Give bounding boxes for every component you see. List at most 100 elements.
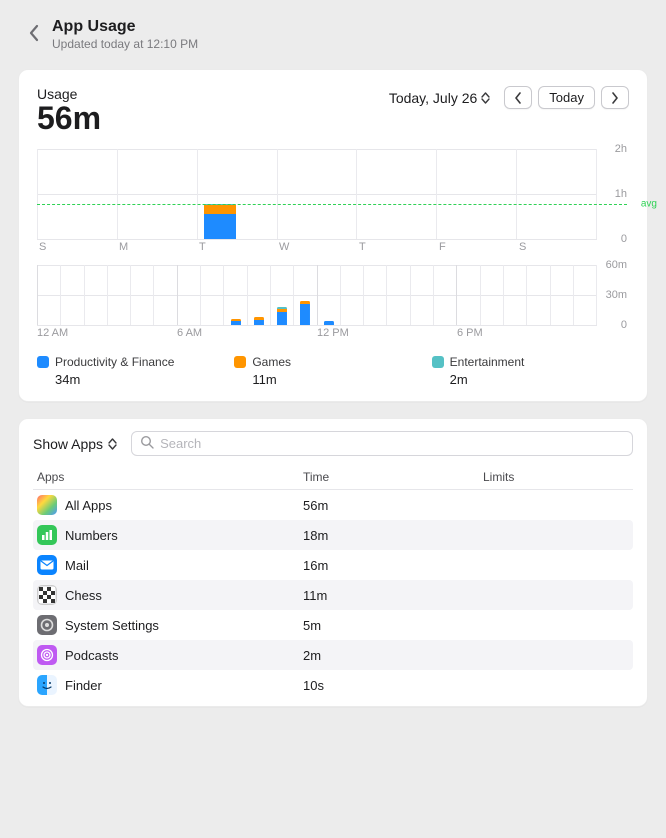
ytick-label: 1h: [615, 188, 627, 200]
legend-value: 2m: [432, 372, 629, 387]
legend-item: Productivity & Finance 34m: [37, 355, 234, 387]
app-name: All Apps: [65, 498, 112, 513]
ytick-label: 30m: [606, 289, 627, 301]
hour-column: [386, 265, 409, 325]
hour-column: [200, 265, 223, 325]
app-name: Chess: [65, 588, 102, 603]
table-row[interactable]: Numbers 18m: [33, 520, 633, 550]
col-header-apps[interactable]: Apps: [33, 470, 303, 484]
app-time: 10s: [303, 678, 483, 693]
app-time: 18m: [303, 528, 483, 543]
legend-swatch: [37, 356, 49, 368]
search-input-container[interactable]: [131, 431, 633, 456]
back-button[interactable]: [24, 20, 42, 46]
xtick-label: 12 PM: [317, 327, 457, 339]
table-row[interactable]: All Apps 56m: [33, 490, 633, 520]
updown-icon: [108, 438, 117, 450]
legend-item: Entertainment 2m: [432, 355, 629, 387]
xtick-label: F: [437, 241, 517, 253]
hour-column: [130, 265, 153, 325]
xtick-label: S: [517, 241, 597, 253]
day-column: [436, 149, 516, 239]
apps-card: Show Apps Apps Time Limits All Apps 56m Nu…: [18, 418, 648, 707]
hour-column: [223, 265, 246, 325]
table-row[interactable]: Podcasts2m: [33, 640, 633, 670]
ytick-label: 2h: [615, 143, 627, 155]
day-column: [356, 149, 436, 239]
legend-item: Games 11m: [234, 355, 431, 387]
page-title: App Usage: [52, 18, 198, 36]
hour-column: [363, 265, 386, 325]
hour-column: [317, 265, 340, 325]
search-input[interactable]: [160, 436, 624, 451]
xtick-label: 12 AM: [37, 327, 177, 339]
app-name: Finder: [65, 678, 102, 693]
day-column: [37, 149, 117, 239]
hourly-usage-chart: 030m60m: [37, 265, 597, 325]
day-column: [516, 149, 597, 239]
show-apps-selector[interactable]: Show Apps: [33, 433, 117, 455]
today-button[interactable]: Today: [538, 86, 595, 109]
app-name: Numbers: [65, 528, 118, 543]
legend-value: 11m: [234, 372, 431, 387]
hour-column: [37, 265, 60, 325]
legend-label: Entertainment: [450, 355, 525, 369]
xtick-label: 6 AM: [177, 327, 317, 339]
prev-day-button[interactable]: [504, 86, 532, 109]
day-column: [277, 149, 357, 239]
podcasts-icon: [37, 645, 57, 665]
legend-swatch: [234, 356, 246, 368]
search-icon: [140, 435, 154, 452]
ytick-label: 60m: [606, 259, 627, 271]
hour-column: [480, 265, 503, 325]
legend-swatch: [432, 356, 444, 368]
hour-column: [573, 265, 597, 325]
ytick-label: 0: [621, 233, 627, 245]
day-column: [117, 149, 197, 239]
legend-label: Productivity & Finance: [55, 355, 174, 369]
table-row[interactable]: Mail 16m: [33, 550, 633, 580]
xtick-label: T: [197, 241, 277, 253]
col-header-limits[interactable]: Limits: [483, 470, 633, 484]
weekly-usage-chart: 01h2havg: [37, 149, 597, 239]
hour-column: [270, 265, 293, 325]
app-time: 16m: [303, 558, 483, 573]
col-header-time[interactable]: Time: [303, 470, 483, 484]
xtick-label: S: [37, 241, 117, 253]
app-name: Mail: [65, 558, 89, 573]
hour-column: [60, 265, 83, 325]
today-button-label: Today: [549, 90, 584, 105]
xtick-label: T: [357, 241, 437, 253]
next-day-button[interactable]: [601, 86, 629, 109]
chess-icon: [37, 585, 57, 605]
hour-column: [410, 265, 433, 325]
settings-icon: [37, 615, 57, 635]
mail-icon: [37, 555, 57, 575]
xtick-label: M: [117, 241, 197, 253]
hour-column: [293, 265, 316, 325]
hour-column: [550, 265, 573, 325]
legend-label: Games: [252, 355, 291, 369]
hour-column: [526, 265, 549, 325]
legend-value: 34m: [37, 372, 234, 387]
app-time: 5m: [303, 618, 483, 633]
hour-column: [153, 265, 176, 325]
app-time: 56m: [303, 498, 483, 513]
date-selector[interactable]: Today, July 26: [387, 88, 492, 108]
date-selector-label: Today, July 26: [389, 90, 477, 106]
table-row[interactable]: Finder 10s: [33, 670, 633, 700]
updown-icon: [481, 92, 490, 104]
table-row[interactable]: System Settings5m: [33, 610, 633, 640]
hour-column: [340, 265, 363, 325]
ytick-label: 0: [621, 319, 627, 331]
finder-icon: [37, 675, 57, 695]
day-column: [197, 149, 277, 239]
table-row[interactable]: Chess 11m: [33, 580, 633, 610]
hour-column: [456, 265, 479, 325]
hour-column: [247, 265, 270, 325]
usage-total: 56m: [37, 100, 101, 137]
app-time: 11m: [303, 588, 483, 603]
updated-subtitle: Updated today at 12:10 PM: [52, 37, 198, 51]
numbers-icon: [37, 525, 57, 545]
hour-column: [84, 265, 107, 325]
